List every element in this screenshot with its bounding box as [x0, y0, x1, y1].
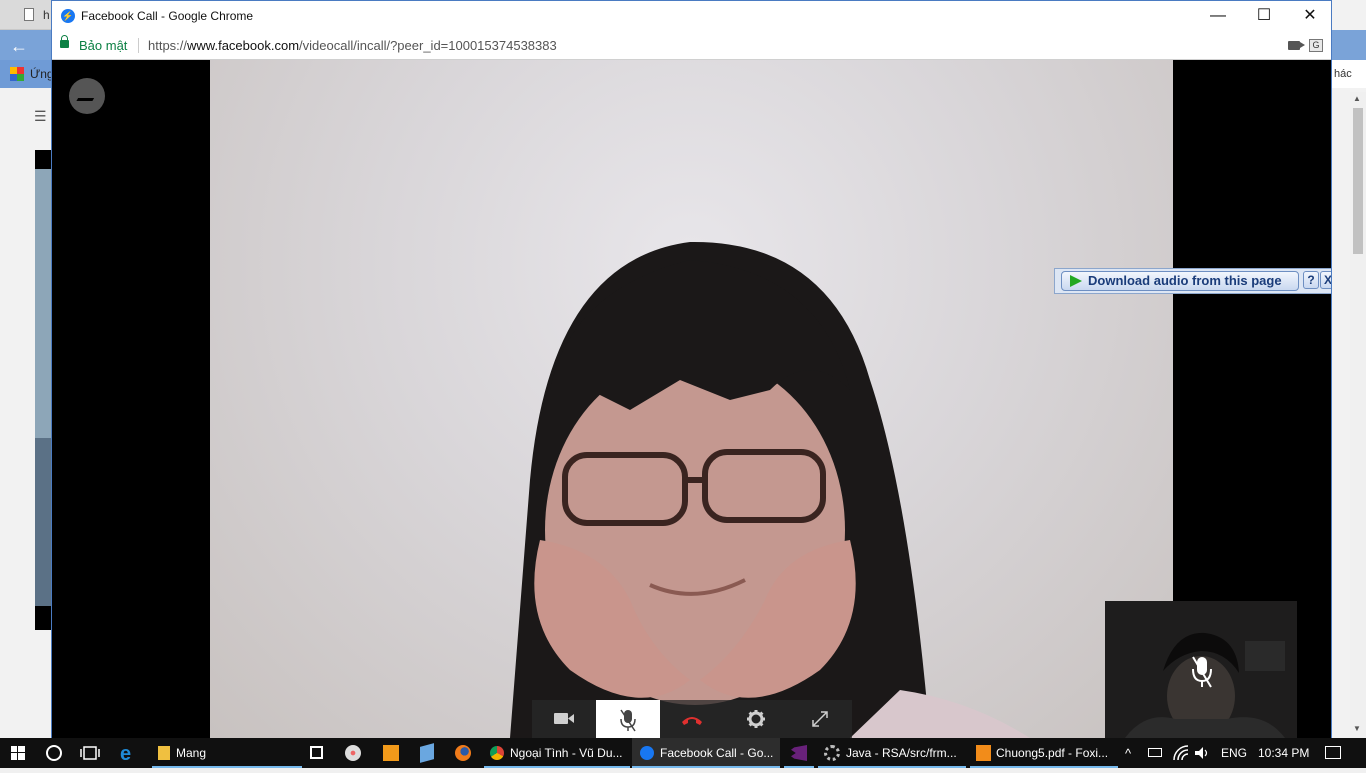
download-audio-bar: Download audio from this page ? X — [1054, 268, 1331, 294]
background-content — [35, 150, 52, 630]
paint-button[interactable] — [340, 738, 366, 768]
remote-video — [210, 60, 1173, 738]
edge-button[interactable]: e — [112, 738, 144, 768]
window-title: Facebook Call - Google Chrome — [81, 9, 254, 23]
search-button[interactable] — [38, 738, 70, 768]
firefox-icon — [455, 745, 471, 761]
media-player-icon — [383, 745, 399, 761]
store-button[interactable] — [304, 738, 330, 768]
maximize-button[interactable]: ☐ — [1241, 1, 1287, 31]
secure-label[interactable]: Bảo mật — [79, 38, 127, 53]
camera-toggle-button[interactable] — [532, 700, 596, 738]
url-text[interactable]: https://www.facebook.com/videocall/incal… — [148, 38, 557, 53]
gear-icon — [747, 710, 765, 728]
app-button[interactable] — [414, 738, 440, 768]
page-icon — [24, 8, 34, 21]
language-indicator[interactable]: ENG — [1221, 746, 1247, 760]
help-button[interactable]: ? — [1303, 271, 1319, 289]
title-bar[interactable]: ⚡ Facebook Call - Google Chrome — ☐ ✕ — [52, 1, 1331, 31]
scroll-up-icon[interactable]: ▲ — [1353, 94, 1361, 103]
battery-icon[interactable] — [1148, 748, 1162, 757]
taskbar-item-facebook-call[interactable]: Facebook Call - Go... — [632, 738, 780, 768]
lock-icon[interactable] — [60, 35, 69, 48]
download-audio-button[interactable]: Download audio from this page — [1061, 271, 1299, 291]
taskbar-item-label: Chuong5.pdf - Foxi... — [996, 746, 1109, 760]
settings-button[interactable] — [724, 700, 788, 738]
task-view-button[interactable] — [74, 738, 106, 768]
media-player-button[interactable] — [378, 738, 404, 768]
translate-icon[interactable]: G — [1309, 39, 1323, 52]
microphone-toggle-button[interactable] — [596, 700, 660, 738]
background-tab-label: h — [43, 8, 50, 22]
wifi-icon[interactable] — [1172, 744, 1190, 762]
taskbar-item-pdf[interactable]: Chuong5.pdf - Foxi... — [970, 738, 1118, 768]
phone-hangup-icon — [682, 717, 702, 725]
hamburger-menu-icon[interactable]: ☰ — [34, 108, 47, 125]
taskbar-item-mang[interactable]: Mang — [152, 738, 302, 768]
taskbar-item-label: Facebook Call - Go... — [660, 746, 774, 760]
apps-grid-icon[interactable] — [10, 67, 24, 81]
url-domain: www.facebook.com — [187, 38, 300, 53]
tray-chevron-up-icon[interactable]: ^ — [1125, 746, 1131, 761]
taskbar-item-java[interactable]: Java - RSA/src/frm... — [818, 738, 966, 768]
task-view-icon — [80, 746, 100, 760]
taskbar-item-music[interactable]: Ngoại Tình - Vũ Du... — [484, 738, 630, 768]
fullscreen-button[interactable] — [788, 700, 852, 738]
remote-video-frame — [510, 241, 1030, 738]
taskbar-item-label: Ngoại Tình - Vũ Du... — [510, 746, 623, 760]
call-controls — [532, 700, 852, 738]
video-camera-icon — [554, 713, 574, 724]
messenger-logo-icon — [69, 78, 105, 114]
cortana-circle-icon — [46, 745, 62, 761]
taskbar: e Mang Ngoại Tình - Vũ Du... Facebook Ca… — [0, 738, 1366, 768]
eclipse-icon — [824, 745, 840, 761]
url-scheme: https:// — [148, 38, 188, 53]
address-divider — [138, 38, 139, 53]
foxit-reader-icon — [976, 745, 991, 761]
scroll-down-icon[interactable]: ▼ — [1353, 724, 1361, 733]
close-download-bar-button[interactable]: X — [1320, 271, 1331, 289]
visual-studio-button[interactable] — [784, 738, 814, 768]
back-arrow-icon[interactable]: ← — [10, 36, 28, 57]
edge-browser-icon: e — [120, 743, 131, 765]
microphone-muted-icon — [1192, 656, 1212, 688]
messenger-icon — [640, 746, 654, 760]
end-call-button[interactable] — [660, 700, 724, 738]
taskbar-item-label: Mang — [176, 746, 207, 760]
visual-studio-icon — [791, 745, 807, 761]
start-button[interactable] — [0, 738, 36, 768]
expand-icon — [812, 711, 828, 727]
download-audio-label: Download audio from this page — [1088, 273, 1282, 288]
firefox-button[interactable] — [450, 738, 476, 768]
windows-logo-icon — [11, 746, 25, 760]
self-view-video — [1105, 601, 1297, 738]
chrome-icon — [490, 746, 504, 760]
address-bar[interactable]: Bảo mật https://www.facebook.com/videoca… — [52, 31, 1331, 60]
scrollbar-thumb[interactable] — [1353, 108, 1363, 254]
camera-permission-icon[interactable] — [1288, 41, 1305, 50]
other-bookmarks-label[interactable]: hác — [1334, 68, 1352, 80]
folder-icon — [158, 746, 170, 760]
microphone-muted-icon — [620, 709, 636, 732]
play-icon — [1070, 275, 1082, 287]
palette-icon — [345, 745, 361, 761]
store-bag-icon — [310, 746, 323, 759]
cube-app-icon — [420, 743, 434, 763]
taskbar-item-label: Java - RSA/src/frm... — [846, 746, 957, 760]
messenger-icon: ⚡ — [61, 9, 75, 23]
facebook-call-window: ⚡ Facebook Call - Google Chrome — ☐ ✕ Bả… — [51, 0, 1332, 738]
svg-text:e: e — [120, 743, 131, 765]
call-area: Download audio from this page ? X — [52, 60, 1331, 738]
volume-icon[interactable] — [1194, 745, 1210, 761]
clock[interactable]: 10:34 PM — [1258, 746, 1309, 760]
background-tab[interactable]: h — [0, 0, 52, 30]
close-button[interactable]: ✕ — [1287, 1, 1333, 31]
url-path: /videocall/incall/?peer_id=1000153745383… — [299, 38, 557, 53]
action-center-icon[interactable] — [1325, 746, 1341, 759]
minimize-button[interactable]: — — [1195, 1, 1241, 31]
